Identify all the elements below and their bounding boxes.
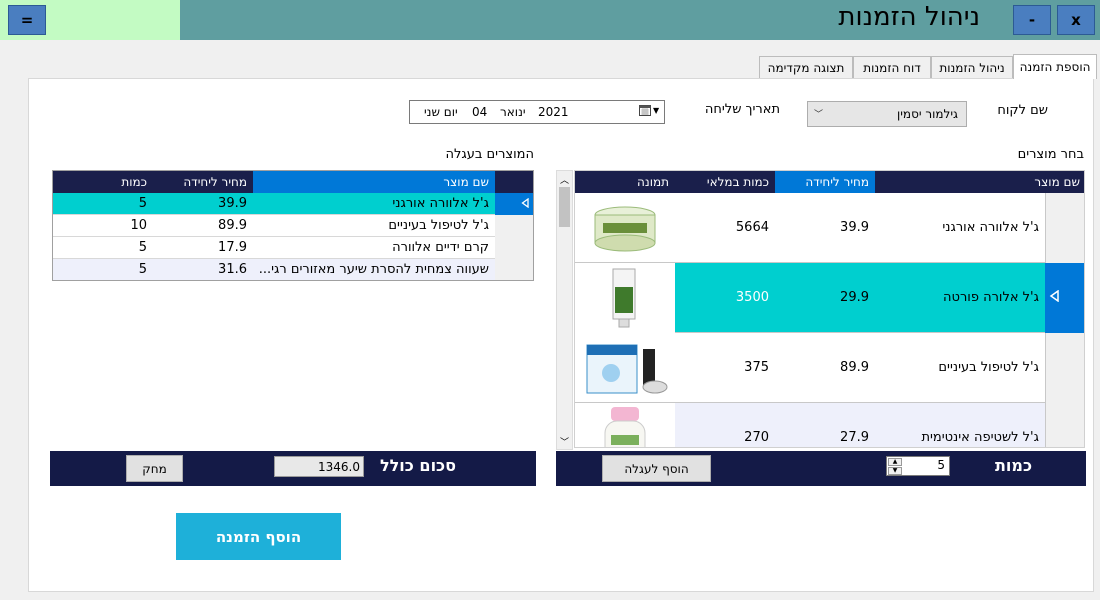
customer-value: גילמור יסמין: [896, 107, 958, 121]
current-row-arrow-icon: [1049, 289, 1059, 306]
tab-manage-orders[interactable]: ניהול הזמנות: [931, 56, 1013, 78]
cart-product-qty: 10: [130, 218, 147, 233]
products-grid[interactable]: שם מוצר מחיר ליחידה כמות במלאי תמונה ג'ל…: [574, 170, 1085, 448]
product-row[interactable]: ג'ל אלוורה אורגני 39.9 5664: [575, 193, 1084, 263]
cart-product-price: 89.9: [218, 218, 247, 233]
product-stock: 5664: [735, 220, 769, 235]
product-row[interactable]: ג'ל לשטיפה אינטימית 27.9 270: [575, 403, 1084, 447]
chevron-up-icon[interactable]: ︿: [560, 173, 569, 186]
chevron-down-icon[interactable]: ﹀: [560, 435, 569, 448]
quantity-stepper[interactable]: 5 ▲ ▼: [886, 456, 950, 476]
product-price: 39.9: [840, 220, 869, 235]
date-month: ינואר: [500, 105, 526, 119]
cart-product-name: ג'ל לטיפול בעיניים: [388, 218, 489, 233]
header-image: תמונה: [637, 175, 669, 189]
box-image: [583, 339, 669, 399]
row-selector[interactable]: [495, 259, 533, 280]
cart-section-label: המוצרים בעגלה: [445, 147, 534, 162]
header-product-name: שם מוצר: [1034, 175, 1080, 189]
scrollbar-thumb[interactable]: [559, 187, 570, 227]
product-stock: 270: [744, 430, 769, 445]
date-picker[interactable]: יום שני 04 ינואר 2021 ▼: [409, 100, 665, 124]
header-unit-price: מחיר ליחידה: [775, 171, 875, 193]
minimize-button[interactable]: -: [1013, 5, 1051, 35]
current-row-arrow-icon: [521, 197, 529, 212]
row-selector[interactable]: [495, 193, 533, 215]
cart-product-price: 31.6: [218, 262, 247, 277]
header-stock: כמות במלאי: [706, 175, 769, 189]
product-row[interactable]: ג'ל לטיפול בעיניים 89.9 375: [575, 333, 1084, 403]
product-row[interactable]: ג'ל אלורה פורטה 29.9 3500: [575, 263, 1084, 333]
product-name: ג'ל לשטיפה אינטימית: [921, 430, 1039, 445]
header-product-name: שם מוצר: [253, 171, 495, 193]
date-label: תאריך שליחה: [704, 102, 780, 117]
product-stock: 3500: [735, 290, 769, 305]
header-quantity: כמות: [121, 175, 147, 189]
add-order-button[interactable]: הוסף הזמנה: [176, 513, 341, 560]
tab-orders-report[interactable]: דוח הזמנות: [853, 56, 931, 78]
product-stock: 375: [744, 360, 769, 375]
chevron-down-icon[interactable]: ▼: [653, 106, 659, 115]
cart-action-bar: סכום כולל 1346.0 מחק: [50, 451, 536, 486]
window-title: ניהול הזמנות: [838, 2, 980, 32]
cart-product-qty: 5: [138, 262, 147, 277]
cart-grid[interactable]: שם מוצר מחיר ליחידה כמות ג'ל אלוורה אורג…: [52, 170, 534, 281]
row-selector[interactable]: [495, 215, 533, 237]
date-day-name: יום שני: [424, 105, 458, 119]
customer-label: שם לקוח: [997, 103, 1048, 118]
tab-add-order[interactable]: הוספת הזמנה: [1013, 54, 1097, 79]
header-unit-price: מחיר ליחידה: [183, 175, 247, 189]
calendar-icon[interactable]: [639, 104, 651, 119]
product-price: 89.9: [840, 360, 869, 375]
customer-select[interactable]: גילמור יסמין ﹀: [807, 101, 967, 127]
cart-product-name: שעווה צמחית להסרת שיער מאזורים רגי...: [258, 262, 489, 277]
products-section-label: בחר מוצרים: [1017, 147, 1084, 162]
products-scrollbar[interactable]: ︿ ﹀: [556, 170, 573, 450]
tube-image: [575, 263, 675, 333]
cart-product-qty: 5: [138, 196, 147, 211]
tab-preview[interactable]: תצוגה מקדימה: [759, 56, 853, 78]
bottle-image: [575, 403, 675, 447]
stepper-up-icon[interactable]: ▲: [888, 458, 902, 466]
cart-row[interactable]: שעווה צמחית להסרת שיער מאזורים רגי... 31…: [53, 259, 533, 280]
row-selector[interactable]: [1045, 333, 1084, 403]
close-button[interactable]: x: [1057, 5, 1095, 35]
jar-image: [585, 201, 665, 255]
add-to-cart-button[interactable]: הוסף לעגלה: [602, 455, 711, 482]
product-price: 29.9: [840, 290, 869, 305]
row-selector[interactable]: [1045, 193, 1084, 263]
row-selector[interactable]: [1045, 263, 1084, 333]
total-value: 1346.0: [274, 456, 364, 477]
date-year: 2021: [538, 105, 569, 119]
total-label: סכום כולל: [379, 456, 456, 475]
cart-product-name: קרם ידיים אלוורה: [392, 240, 489, 255]
cart-row[interactable]: קרם ידיים אלוורה 17.9 5: [53, 237, 533, 259]
chevron-down-icon: ﹀: [814, 110, 824, 120]
cart-grid-header: שם מוצר מחיר ליחידה כמות: [53, 171, 533, 193]
products-grid-header: שם מוצר מחיר ליחידה כמות במלאי תמונה: [575, 171, 1084, 193]
cart-product-name: ג'ל אלוורה אורגני: [392, 196, 489, 211]
menu-button[interactable]: =: [8, 5, 46, 35]
product-price: 27.9: [840, 430, 869, 445]
date-day: 04: [472, 105, 488, 119]
cart-row[interactable]: ג'ל לטיפול בעיניים 89.9 10: [53, 215, 533, 237]
cart-product-qty: 5: [138, 240, 147, 255]
row-selector[interactable]: [1045, 403, 1084, 447]
products-action-bar: כמות 5 ▲ ▼ הוסף לעגלה: [556, 451, 1086, 486]
cart-product-price: 17.9: [218, 240, 247, 255]
product-name: ג'ל לטיפול בעיניים: [938, 360, 1039, 375]
delete-button[interactable]: מחק: [126, 455, 183, 482]
product-name: ג'ל אלורה פורטה: [943, 290, 1039, 305]
stepper-down-icon[interactable]: ▼: [888, 467, 902, 475]
cart-product-price: 39.9: [218, 196, 247, 211]
product-name: ג'ל אלוורה אורגני: [942, 220, 1039, 235]
quantity-label: כמות: [994, 456, 1032, 475]
quantity-value: 5: [937, 458, 945, 472]
cart-row[interactable]: ג'ל אלוורה אורגני 39.9 5: [53, 193, 533, 215]
row-selector[interactable]: [495, 237, 533, 259]
